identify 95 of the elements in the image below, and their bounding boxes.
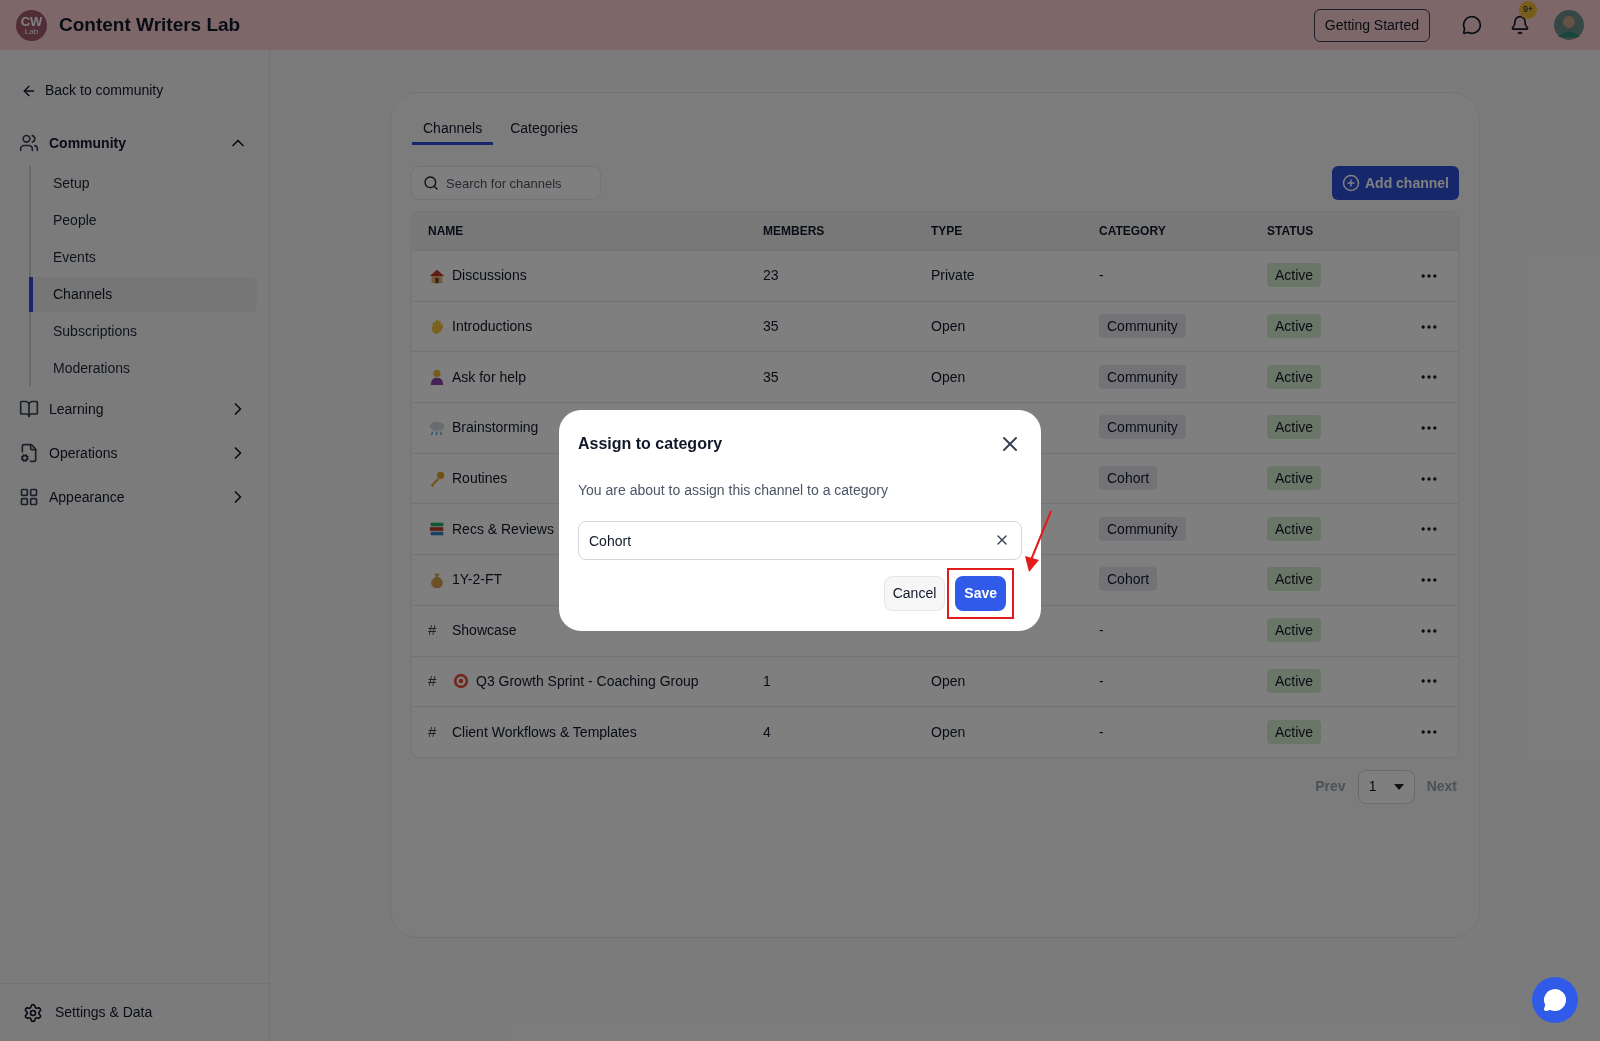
category-tag: Community [1099,516,1186,541]
target-icon [452,672,470,691]
channel-name: Brainstorming [452,418,539,438]
channel-name: Routines [452,469,508,489]
cancel-button[interactable]: Cancel [883,576,946,611]
category-tag: Community [1099,364,1186,389]
channel-name: Client Workflows & Templates [452,722,637,742]
search-icon [423,175,439,191]
book-icon [19,399,39,419]
settings-label: Settings & Data [55,1003,153,1022]
document-icon [19,443,39,463]
nav-item[interactable]: Events [31,240,257,275]
category-tag: Cohort [1099,466,1158,491]
hash-symbol: # [428,671,438,692]
members-count: 23 [763,267,779,284]
channel-name: Introductions [452,317,533,337]
logo-subtext: Lab [24,27,39,36]
community-icon [19,133,39,153]
key-icon [428,469,446,488]
channel-name: Ask for help [452,367,526,387]
nav-section[interactable]: Learning [0,387,269,431]
tab[interactable]: Channels [412,115,494,145]
getting-started-button[interactable]: Getting Started [1313,8,1430,42]
tab[interactable]: Categories [499,115,589,145]
dropdown-caret-icon [1393,783,1404,790]
channel-name: Q3 Growth Sprint - Coaching Group [476,671,699,691]
channel-name: Recs & Reviews [452,519,554,539]
nav-item[interactable]: Setup [31,166,257,201]
save-button[interactable]: Save [955,576,1006,611]
chat-bubble-icon [1543,988,1567,1012]
chat-icon[interactable] [1462,15,1482,35]
category-text: - [1099,622,1104,639]
channel-name: Discussions [452,266,527,286]
channel-type: Open [931,672,966,689]
members-count: 4 [763,723,771,740]
person-icon [428,368,446,387]
back-link[interactable]: Back to community [21,80,269,101]
nav-section-label: Appearance [49,487,126,507]
status-tag: Active [1267,719,1322,744]
column-header: NAME [428,223,465,240]
nav-section-label: Operations [49,443,119,463]
channel-type: Open [931,318,966,335]
channel-type: Open [931,723,966,740]
status-tag: Active [1267,618,1322,643]
members-count: 35 [763,368,779,385]
status-tag: Active [1267,364,1322,389]
column-header: CATEGORY [1099,223,1167,240]
nav-section[interactable]: Community [0,121,269,165]
dialog-title: Assign to category [578,434,723,454]
channel-name: 1Y-2-FT [452,570,503,590]
status-tag: Active [1267,263,1322,288]
status-tag: Active [1267,567,1322,592]
status-tag: Active [1267,415,1322,440]
column-header: MEMBERS [763,223,826,240]
settings-icon [23,1002,43,1023]
channel-type: Open [931,368,966,385]
category-tag: Cohort [1099,567,1158,592]
status-tag: Active [1267,466,1322,491]
nav-item[interactable]: People [31,203,257,238]
status-tag: Active [1267,668,1322,693]
category-text: - [1099,672,1104,689]
nav-section[interactable]: Operations [0,431,269,475]
page-select[interactable]: 1 [1357,769,1415,804]
status-tag: Active [1267,516,1322,541]
hash-symbol: # [428,721,438,742]
notification-badge: 9+ [1519,1,1538,19]
dialog-message: You are about to assign this channel to a category [578,481,890,500]
nav-section[interactable]: Appearance [0,475,269,519]
nav-item[interactable]: Moderations [31,351,257,386]
status-tag: Active [1267,314,1322,339]
settings-link[interactable]: Settings & Data [0,983,269,1041]
members-count: 1 [763,672,771,689]
members-count: 35 [763,318,779,335]
category-text: - [1099,267,1104,284]
chat-launcher-button[interactable] [1532,977,1578,1023]
column-header: TYPE [931,223,964,240]
category-text: - [1099,723,1104,740]
plus-icon [1342,174,1360,192]
app-title: Content Writers Lab [59,12,241,37]
add-channel-button[interactable]: Add channel [1332,166,1459,200]
column-header: STATUS [1267,223,1315,240]
search-field[interactable]: Search for channels [411,166,601,200]
channel-type: Private [931,267,975,284]
nav-section-label: Learning [49,399,105,419]
category-tag: Community [1099,314,1186,339]
nav-item[interactable]: Channels [29,277,257,312]
nav-item[interactable]: Subscriptions [31,314,257,349]
nav-section-label: Community [49,133,127,153]
blocks-icon [19,487,39,507]
logo-text: CW [20,14,43,28]
channel-name: Showcase [452,621,517,641]
hash-symbol: # [428,620,438,641]
notification-icon[interactable] [1510,15,1530,35]
category-tag: Community [1099,415,1186,440]
category-field[interactable]: Cohort [578,521,1022,560]
